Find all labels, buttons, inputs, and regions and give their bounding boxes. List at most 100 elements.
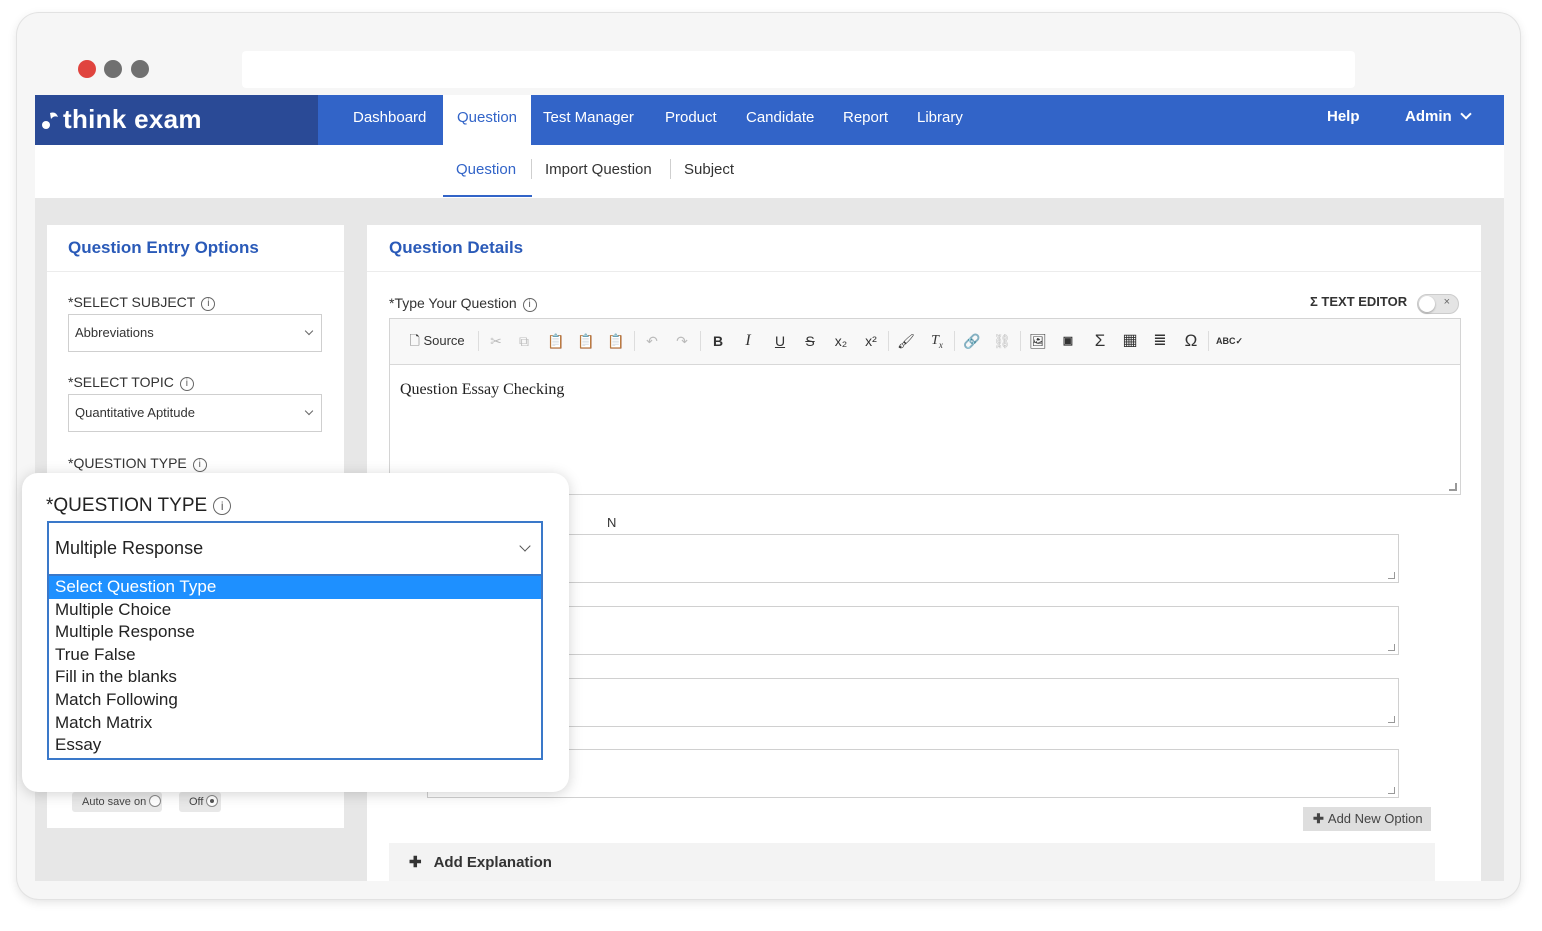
logo-area[interactable]: think exam bbox=[35, 95, 318, 145]
question-type-select[interactable]: Multiple Response bbox=[47, 521, 543, 574]
math-sigma-icon[interactable]: Σ bbox=[1090, 329, 1110, 353]
toggle-off-icon: × bbox=[1443, 296, 1450, 308]
text-editor-label: Σ TEXT EDITOR bbox=[1310, 294, 1408, 309]
chevron-down-icon bbox=[519, 540, 531, 552]
toolbar-separator bbox=[1208, 331, 1209, 351]
question-type-option[interactable]: Multiple Choice bbox=[49, 599, 541, 622]
question-type-option[interactable]: Match Following bbox=[49, 689, 541, 712]
add-new-option-button[interactable]: ✚ Add New Option bbox=[1303, 807, 1431, 831]
toggle-knob bbox=[1419, 296, 1435, 312]
autosave-off-radio[interactable] bbox=[206, 795, 219, 807]
subnav-subject[interactable]: Subject bbox=[684, 161, 734, 178]
strikethrough-icon[interactable]: S bbox=[800, 329, 820, 353]
undo-icon[interactable]: ↶ bbox=[642, 329, 662, 353]
autosave-on-radio[interactable] bbox=[149, 795, 162, 807]
topic-select[interactable]: Quantitative Aptitude bbox=[68, 394, 322, 432]
info-icon[interactable]: i bbox=[522, 298, 537, 312]
text-editor-toggle[interactable]: × bbox=[1417, 294, 1459, 314]
paste-icon[interactable]: 📋 bbox=[546, 329, 566, 353]
autosave-on-option[interactable]: Auto save on bbox=[72, 792, 162, 812]
logo-text: think exam bbox=[63, 104, 202, 134]
question-type-option[interactable]: Fill in the blanks bbox=[49, 666, 541, 689]
resize-handle[interactable] bbox=[1449, 483, 1457, 491]
question-type-label: *QUESTION TYPE i bbox=[46, 495, 232, 517]
spellcheck-icon[interactable]: ABC✓ bbox=[1216, 329, 1243, 353]
nav-question[interactable]: Question bbox=[443, 95, 531, 145]
question-type-callout: *QUESTION TYPE i Multiple Response Select… bbox=[22, 473, 569, 792]
toolbar-separator bbox=[1020, 331, 1021, 351]
horizontal-line-icon[interactable]: ≣ bbox=[1150, 329, 1170, 353]
subnav-import-question[interactable]: Import Question bbox=[545, 161, 652, 178]
option-input-3[interactable] bbox=[427, 678, 1399, 727]
info-icon[interactable]: i bbox=[201, 297, 216, 311]
maximize-window-dot[interactable] bbox=[131, 60, 149, 78]
subscript-icon[interactable]: x₂ bbox=[830, 329, 852, 353]
remove-format-icon[interactable]: Tx bbox=[926, 329, 948, 353]
plus-icon: ✚ bbox=[409, 854, 422, 871]
option-input-2[interactable] bbox=[427, 606, 1399, 655]
nav-product[interactable]: Product bbox=[651, 95, 731, 145]
nav-report[interactable]: Report bbox=[829, 95, 902, 145]
question-type-label-text: *QUESTION TYPE bbox=[46, 495, 208, 516]
chevron-down-icon bbox=[304, 406, 314, 416]
minimize-window-dot[interactable] bbox=[104, 60, 122, 78]
add-new-option-label: Add New Option bbox=[1327, 811, 1423, 826]
question-type-options-list: Select Question Type Multiple Choice Mul… bbox=[47, 574, 543, 760]
toolbar-separator bbox=[634, 331, 635, 351]
question-type-option[interactable]: Essay bbox=[49, 734, 541, 757]
editor-toolbar: 🗋 Source ✂ ⧉ 📋 📋 📋 ↶ ↷ B I U S x₂ x² 🖌 T… bbox=[390, 319, 1460, 365]
unlink-icon[interactable]: ⛓ bbox=[992, 329, 1012, 353]
underline-icon[interactable]: U bbox=[770, 329, 790, 353]
top-navigation-bar: think exam Dashboard Question Test Manag… bbox=[35, 95, 1504, 145]
close-window-dot[interactable] bbox=[78, 60, 96, 78]
image-icon[interactable]: 🖼 bbox=[1028, 329, 1048, 353]
admin-menu[interactable]: Admin bbox=[1405, 95, 1472, 145]
option-input-4[interactable] bbox=[427, 749, 1399, 798]
topic-select-value: Quantitative Aptitude bbox=[75, 405, 195, 420]
table-icon[interactable]: ▦ bbox=[1120, 329, 1140, 353]
question-type-option[interactable]: Match Matrix bbox=[49, 712, 541, 735]
question-type-option[interactable]: Multiple Response bbox=[49, 621, 541, 644]
panel-divider bbox=[367, 271, 1481, 272]
plus-icon: ✚ bbox=[1313, 811, 1324, 826]
copy-format-icon[interactable]: 🖌 bbox=[896, 329, 916, 353]
chevron-down-icon bbox=[304, 326, 314, 336]
question-editor[interactable]: 🗋 Source ✂ ⧉ 📋 📋 📋 ↶ ↷ B I U S x₂ x² 🖌 T… bbox=[389, 318, 1461, 495]
logo-icon bbox=[42, 112, 58, 129]
options-label: N bbox=[607, 515, 617, 530]
add-explanation-label: Add Explanation bbox=[433, 854, 552, 871]
nav-dashboard[interactable]: Dashboard bbox=[339, 95, 440, 145]
question-type-option[interactable]: Select Question Type bbox=[49, 576, 541, 599]
redo-icon[interactable]: ↷ bbox=[672, 329, 692, 353]
subject-select-value: Abbreviations bbox=[75, 325, 154, 340]
autosave-off-option[interactable]: Off bbox=[179, 792, 221, 812]
subnav-question[interactable]: Question bbox=[456, 161, 516, 178]
add-explanation-row[interactable]: ✚ Add Explanation bbox=[389, 843, 1435, 881]
panel-title: Question Details bbox=[389, 238, 524, 257]
info-icon[interactable]: i bbox=[192, 458, 207, 472]
nav-test-manager[interactable]: Test Manager bbox=[529, 95, 648, 145]
nav-library[interactable]: Library bbox=[903, 95, 977, 145]
source-button-label: Source bbox=[423, 333, 465, 348]
special-character-icon[interactable]: Ω bbox=[1180, 329, 1202, 353]
italic-icon[interactable]: I bbox=[738, 329, 758, 353]
copy-icon[interactable]: ⧉ bbox=[514, 329, 534, 353]
paste-text-icon[interactable]: 📋 bbox=[576, 329, 596, 353]
help-link[interactable]: Help bbox=[1327, 95, 1360, 145]
superscript-icon[interactable]: x² bbox=[860, 329, 882, 353]
address-bar[interactable] bbox=[242, 51, 1355, 88]
info-icon[interactable]: i bbox=[213, 497, 232, 515]
link-icon[interactable]: 🔗 bbox=[962, 329, 982, 353]
info-icon[interactable]: i bbox=[179, 377, 194, 391]
bold-icon[interactable]: B bbox=[708, 329, 728, 353]
question-type-option[interactable]: True False bbox=[49, 644, 541, 667]
autosave-on-label: Auto save on bbox=[82, 796, 147, 808]
option-input-1[interactable] bbox=[427, 534, 1399, 583]
question-editor-content[interactable]: Question Essay Checking bbox=[400, 381, 564, 399]
media-embed-icon[interactable]: ▣ bbox=[1058, 329, 1078, 353]
cut-icon[interactable]: ✂ bbox=[486, 329, 506, 353]
paste-word-icon[interactable]: 📋 bbox=[606, 329, 626, 353]
nav-candidate[interactable]: Candidate bbox=[732, 95, 828, 145]
subject-select[interactable]: Abbreviations bbox=[68, 314, 322, 352]
source-button[interactable]: 🗋 Source bbox=[404, 329, 470, 353]
